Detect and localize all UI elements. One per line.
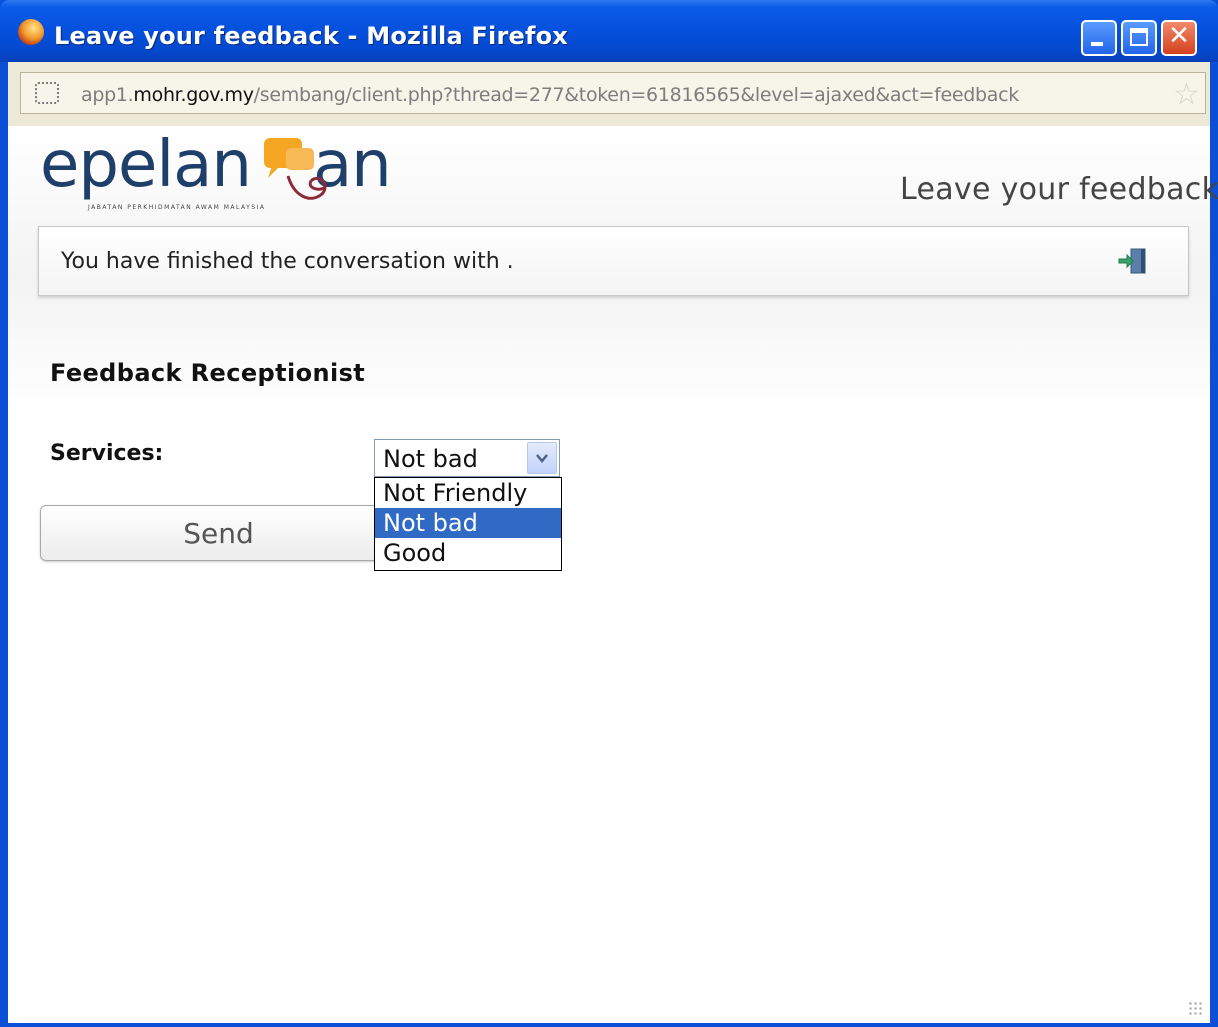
firefox-icon[interactable] <box>18 19 44 45</box>
bookmark-star-icon[interactable]: ☆ <box>1173 77 1200 112</box>
maximize-icon <box>1130 28 1148 46</box>
maximize-button[interactable] <box>1121 20 1157 56</box>
resize-grip[interactable] <box>1188 1001 1204 1017</box>
close-button[interactable]: ✕ <box>1161 20 1197 56</box>
dropdown-arrow-button[interactable] <box>527 442 557 474</box>
notice-text: You have finished the conversation with … <box>61 249 514 274</box>
browser-window: Leave your feedback - Mozilla Firefox ✕ … <box>0 0 1218 1027</box>
services-option-not-bad[interactable]: Not bad <box>375 508 561 538</box>
page-content: epelan an JABATAN PERKHIDMATAN AWAM MALAY… <box>8 126 1218 1023</box>
site-identity-icon[interactable] <box>35 82 59 104</box>
minimize-button[interactable] <box>1081 20 1117 56</box>
logo-tagline: JABATAN PERKHIDMATAN AWAM MALAYSIA <box>88 204 266 211</box>
services-options-list: Not Friendly Not bad Good <box>374 477 562 571</box>
close-icon: ✕ <box>1168 21 1190 51</box>
services-selected-value: Not bad <box>383 445 478 473</box>
epelanggan-logo: epelan an JABATAN PERKHIDMATAN AWAM MALAY… <box>40 128 440 224</box>
services-option-good[interactable]: Good <box>375 538 561 568</box>
section-title: Feedback Receptionist <box>50 359 366 387</box>
exit-door-icon[interactable] <box>1117 247 1149 275</box>
minimize-icon <box>1091 42 1103 46</box>
chevron-down-icon <box>536 454 548 463</box>
address-toolbar: app1.mohr.gov.my/sembang/client.php?thre… <box>8 62 1210 126</box>
url-text[interactable]: app1.mohr.gov.my/sembang/client.php?thre… <box>81 84 1019 106</box>
services-select[interactable]: Not bad <box>374 439 560 477</box>
services-label: Services: <box>50 441 164 466</box>
url-bar[interactable]: app1.mohr.gov.my/sembang/client.php?thre… <box>20 72 1206 114</box>
title-bar[interactable]: Leave your feedback - Mozilla Firefox ✕ <box>0 0 1218 62</box>
send-button[interactable]: Send <box>40 505 400 561</box>
window-title: Leave your feedback - Mozilla Firefox <box>54 22 568 50</box>
services-option-not-friendly[interactable]: Not Friendly <box>375 478 561 508</box>
speech-bubble-icon <box>264 138 327 200</box>
conversation-notice: You have finished the conversation with … <box>38 226 1189 296</box>
send-button-label: Send <box>183 517 254 550</box>
page-heading: Leave your feedback <box>900 172 1218 207</box>
